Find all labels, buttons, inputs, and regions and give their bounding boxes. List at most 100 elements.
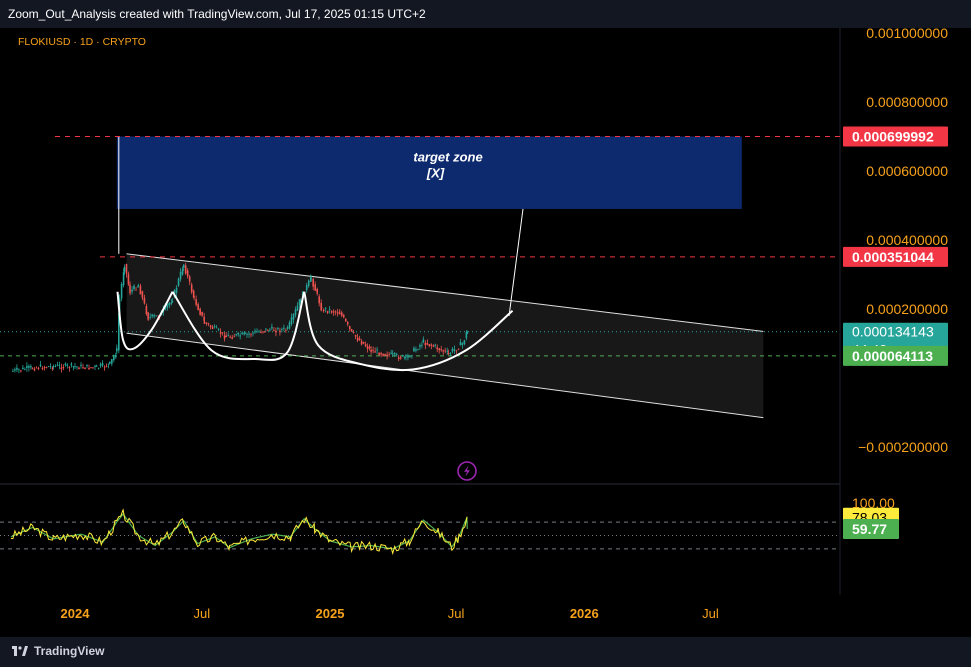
price-candle xyxy=(68,367,71,368)
price-candle xyxy=(322,309,325,312)
price-candle xyxy=(334,311,337,313)
tradingview-logo-icon xyxy=(12,646,28,656)
price-candle xyxy=(35,367,38,369)
price-candle xyxy=(41,368,44,370)
rsi-line xyxy=(10,508,468,556)
price-candle xyxy=(170,302,173,304)
price-candle xyxy=(277,328,279,330)
price-candle xyxy=(342,315,345,318)
time-axis-tick: 2026 xyxy=(570,606,599,621)
level-label-1: 0.000351044 xyxy=(852,249,934,265)
price-candle xyxy=(26,365,28,368)
price-candle xyxy=(250,334,252,336)
tradingview-logo[interactable]: TradingView xyxy=(12,644,104,658)
time-axis-tick: 2025 xyxy=(316,606,345,621)
price-candle xyxy=(438,348,441,351)
price-candle xyxy=(171,301,174,303)
price-candle xyxy=(421,344,423,346)
price-candle xyxy=(181,269,184,275)
price-candle xyxy=(310,278,312,280)
price-axis-tick: 0.000400000 xyxy=(866,232,948,248)
price-candle xyxy=(417,349,419,351)
price-candle xyxy=(24,369,26,371)
price-candle xyxy=(197,304,199,311)
price-candle xyxy=(43,367,46,369)
price-candle xyxy=(401,355,404,357)
price-candle xyxy=(37,368,40,369)
price-candle xyxy=(332,311,335,313)
price-candle xyxy=(397,357,400,360)
price-candle xyxy=(296,305,299,311)
price-candle xyxy=(340,312,343,316)
price-candle xyxy=(366,346,369,350)
price-candle xyxy=(84,367,86,370)
price-candle xyxy=(262,331,264,333)
price-candle xyxy=(45,367,48,369)
price-candle xyxy=(273,330,275,331)
price-candle xyxy=(344,318,347,322)
price-candle xyxy=(74,366,76,368)
price-candle xyxy=(145,305,148,315)
price-candle xyxy=(382,353,384,356)
price-candle xyxy=(78,367,80,370)
price-candle xyxy=(422,339,425,343)
price-candle xyxy=(328,309,331,311)
price-candle xyxy=(62,366,65,368)
chart-canvas[interactable]: FLOKIUSD · 1D · CRYPTO target zone[X] 0.… xyxy=(0,28,971,637)
price-candle xyxy=(101,363,104,366)
price-candle xyxy=(275,330,277,333)
price-candle xyxy=(111,359,113,364)
price-candle xyxy=(80,364,82,366)
bolt-icon[interactable] xyxy=(457,461,477,481)
price-candle xyxy=(372,350,374,351)
price-candle xyxy=(131,289,133,292)
price-candle xyxy=(440,349,443,351)
symbol-label[interactable]: FLOKIUSD · 1D · CRYPTO xyxy=(18,36,146,48)
level-label-3: 0.000064113 xyxy=(852,348,933,364)
time-axis-tick: Jul xyxy=(193,606,210,621)
price-candle xyxy=(97,367,100,369)
price-candle xyxy=(215,327,218,329)
price-candle xyxy=(39,364,42,367)
price-candle xyxy=(186,270,189,277)
price-candle xyxy=(307,280,310,286)
price-candle xyxy=(444,350,447,352)
price-candle xyxy=(384,353,386,356)
price-candle xyxy=(120,283,123,299)
price-candle xyxy=(207,323,210,325)
price-axis-tick: −0.000200000 xyxy=(858,439,948,455)
price-candle xyxy=(20,370,22,372)
price-candle xyxy=(338,313,341,315)
price-candle xyxy=(31,368,34,370)
price-candle xyxy=(350,329,353,332)
price-candle xyxy=(137,286,139,288)
chart-frame: Zoom_Out_Analysis created with TradingVi… xyxy=(0,0,971,667)
price-candle xyxy=(33,368,36,371)
price-candle xyxy=(426,343,429,345)
price-candle xyxy=(95,365,98,367)
price-candle xyxy=(407,355,409,358)
price-candle xyxy=(312,279,314,287)
price-candle xyxy=(135,289,137,291)
price-candle xyxy=(107,363,110,365)
price-candle xyxy=(419,345,421,347)
rsi-ma-label: 59.77 xyxy=(852,521,887,537)
price-candle xyxy=(430,344,433,346)
price-candle xyxy=(47,366,50,368)
price-candle xyxy=(346,322,349,325)
top-bar: Zoom_Out_Analysis created with TradingVi… xyxy=(0,0,971,28)
price-candle xyxy=(213,326,216,327)
price-candle xyxy=(399,357,402,359)
price-candle xyxy=(368,346,371,349)
price-candle xyxy=(88,367,90,370)
price-candle xyxy=(70,363,73,366)
price-candle xyxy=(30,366,32,368)
price-candle xyxy=(209,325,212,328)
price-candle xyxy=(463,340,466,345)
price-candle xyxy=(378,352,380,356)
price-candle xyxy=(364,344,367,347)
price-candle xyxy=(260,332,262,333)
price-candle xyxy=(395,354,398,356)
price-candle xyxy=(139,285,142,295)
price-candle xyxy=(147,312,149,320)
